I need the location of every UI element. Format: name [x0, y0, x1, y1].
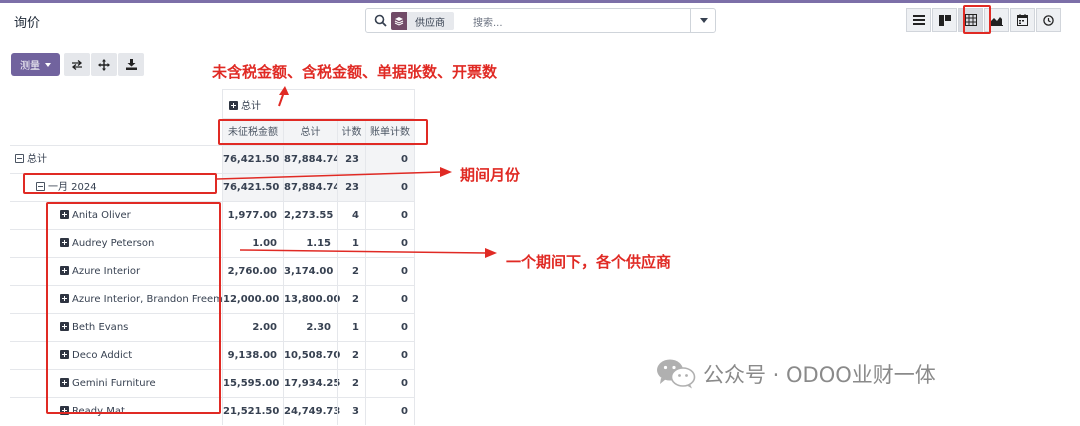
arrow-head — [485, 248, 497, 258]
arrow-to-vendors — [239, 249, 488, 254]
wechat-watermark: 公众号 · ODOO业财一体 — [655, 358, 936, 390]
arrow-head — [279, 86, 289, 95]
arrow-to-period — [216, 171, 443, 180]
arrow-head — [440, 167, 452, 177]
annotation-arrows — [216, 86, 497, 258]
watermark-text: 公众号 · ODOO业财一体 — [703, 363, 936, 387]
wechat-icon — [657, 359, 696, 389]
